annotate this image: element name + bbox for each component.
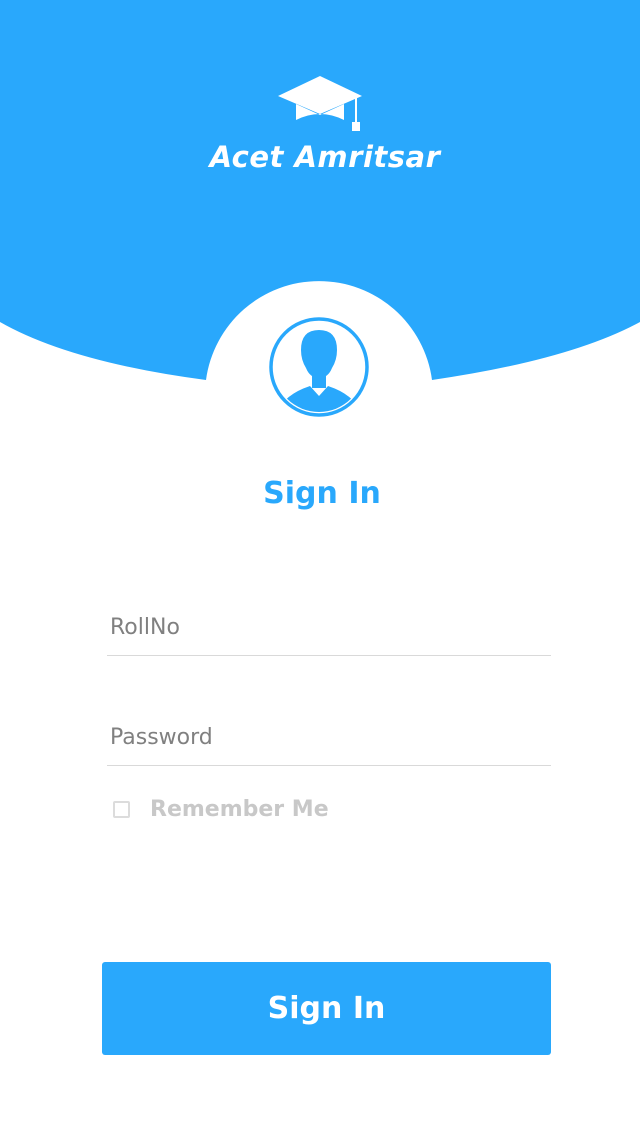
remember-me-toggle[interactable]: Remember Me [113,796,329,822]
rollno-field-container [107,595,551,656]
graduation-cap-icon [278,76,362,131]
rollno-input[interactable] [110,609,540,645]
user-avatar-icon [269,317,369,417]
remember-me-label: Remember Me [150,796,329,822]
sign-in-heading: Sign In [263,476,381,511]
sign-in-button[interactable]: Sign In [102,962,551,1055]
password-field-container [107,705,551,766]
remember-me-checkbox[interactable] [113,800,130,818]
password-input[interactable] [110,719,540,755]
login-screen: Acet Amritsar Sign In Remember Me Sign I… [0,0,640,1136]
app-title: Acet Amritsar [209,140,441,174]
